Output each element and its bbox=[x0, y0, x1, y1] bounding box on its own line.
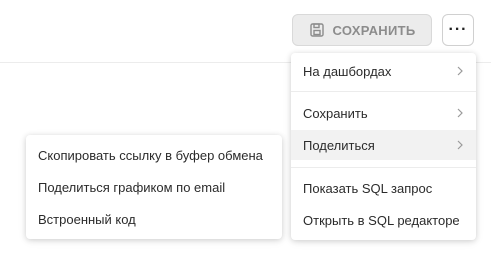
menu-divider bbox=[291, 167, 476, 168]
submenu-item-label: Скопировать ссылку в буфер обмена bbox=[38, 147, 263, 163]
submenu-item-label: Встроенный код bbox=[38, 211, 136, 227]
menu-item-open-sql-editor[interactable]: Открыть в SQL редакторе bbox=[291, 205, 476, 235]
submenu-item-label: Поделиться графиком по email bbox=[38, 179, 226, 195]
share-submenu: Скопировать ссылку в буфер обмена Подели… bbox=[26, 135, 282, 239]
more-options-button[interactable]: ··· bbox=[442, 14, 474, 46]
menu-item-save[interactable]: Сохранить bbox=[291, 98, 476, 128]
chevron-right-icon bbox=[457, 108, 463, 118]
menu-item-label: На дашбордах bbox=[303, 63, 392, 79]
menu-item-label: Открыть в SQL редакторе bbox=[303, 212, 460, 228]
menu-item-on-dashboards[interactable]: На дашбордах bbox=[291, 56, 476, 86]
chevron-right-icon bbox=[457, 66, 463, 76]
submenu-item-embed-code[interactable]: Встроенный код bbox=[26, 204, 282, 234]
submenu-item-copy-link[interactable]: Скопировать ссылку в буфер обмена bbox=[26, 140, 282, 170]
menu-item-label: Показать SQL запрос bbox=[303, 180, 433, 196]
floppy-disk-icon bbox=[309, 22, 325, 38]
submenu-item-share-email[interactable]: Поделиться графиком по email bbox=[26, 172, 282, 202]
save-button-label: СОХРАНИТЬ bbox=[332, 22, 416, 38]
save-button[interactable]: СОХРАНИТЬ bbox=[292, 14, 432, 46]
more-horizontal-icon: ··· bbox=[448, 21, 468, 38]
menu-item-label: Сохранить bbox=[303, 105, 368, 121]
chevron-right-icon bbox=[457, 140, 463, 150]
menu-item-show-sql[interactable]: Показать SQL запрос bbox=[291, 173, 476, 203]
menu-item-label: Поделиться bbox=[303, 137, 375, 153]
menu-item-share[interactable]: Поделиться bbox=[291, 130, 476, 160]
actions-menu: На дашбордах Сохранить Поделиться Показа… bbox=[291, 53, 476, 240]
menu-divider bbox=[291, 91, 476, 92]
